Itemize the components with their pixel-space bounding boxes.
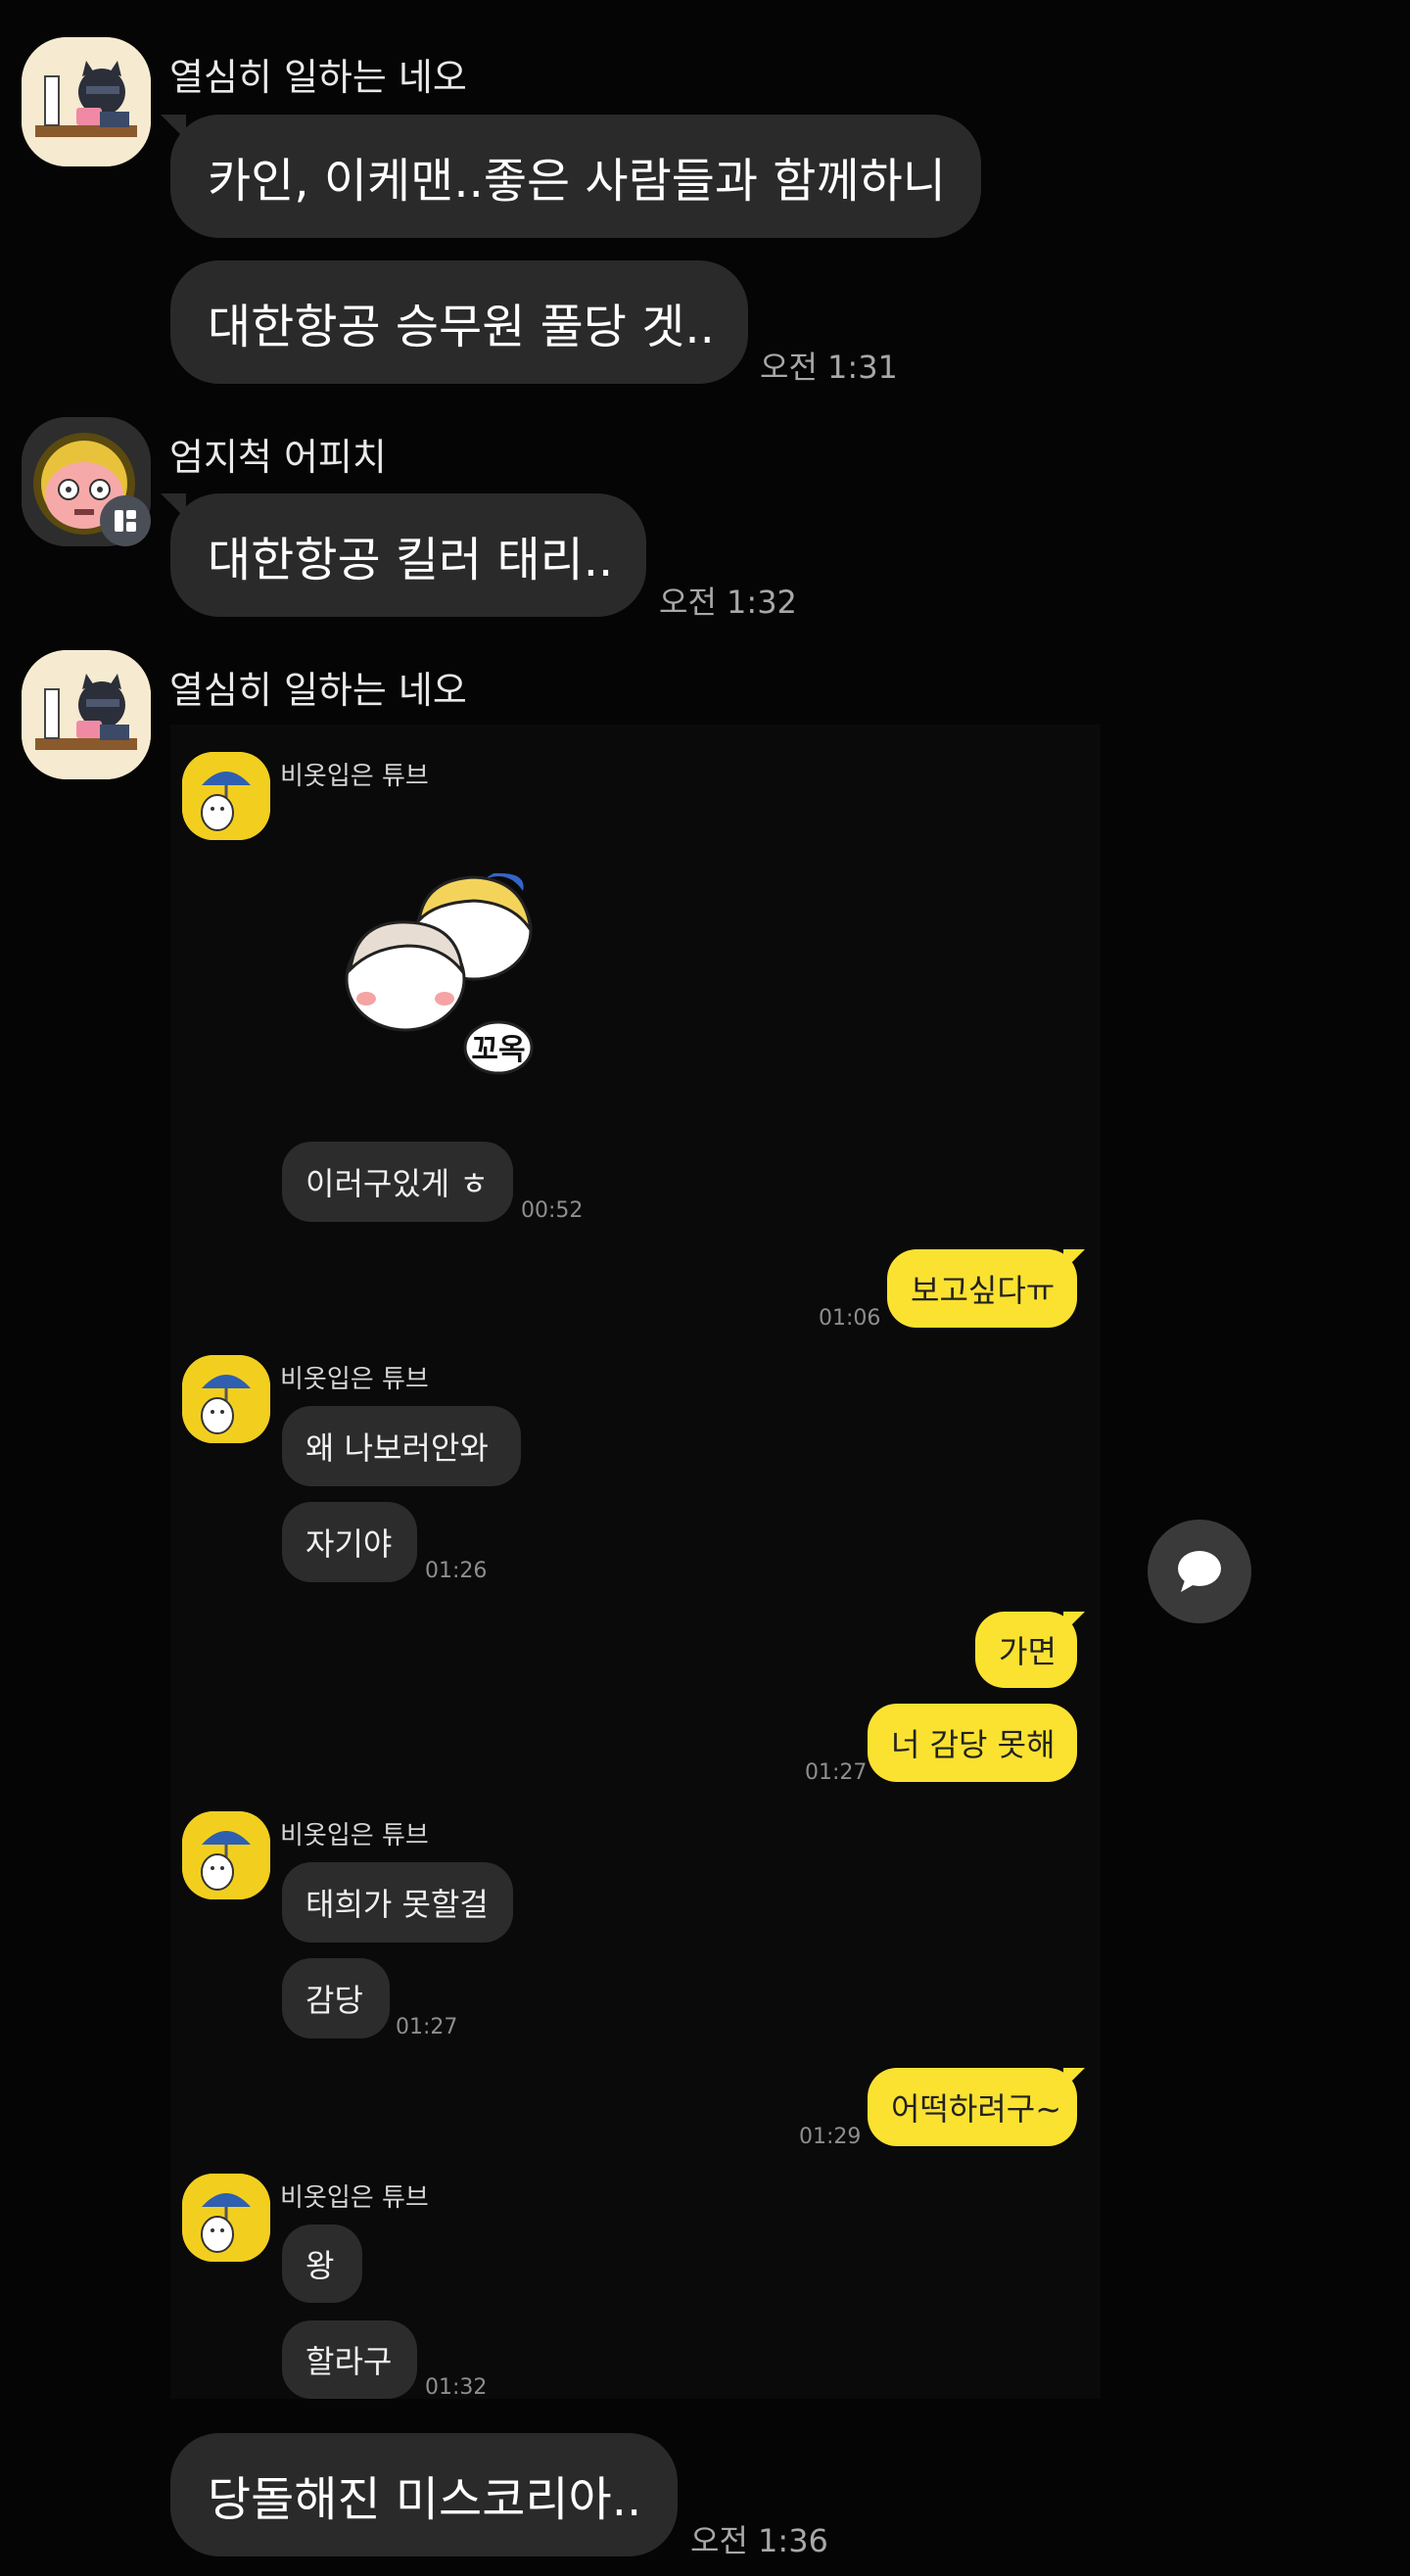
tube-avatar xyxy=(182,1355,270,1443)
hug-sticker: 꼬옥 xyxy=(345,872,534,1075)
neo-icon xyxy=(22,650,151,779)
sticker-text: 꼬옥 xyxy=(471,1033,525,1067)
embedded-time: 01:06 xyxy=(819,1306,881,1331)
embedded-sender-name: 비옷입은 튜브 xyxy=(280,1365,429,1394)
message-time: 오전 1:32 xyxy=(659,584,797,621)
chat-bubble-icon xyxy=(1178,1551,1221,1592)
message-time: 오전 1:36 xyxy=(690,2522,828,2559)
embedded-bubble: 어떡하려구~ xyxy=(868,2068,1085,2146)
tube-avatar xyxy=(182,2174,270,2262)
embedded-time: 01:29 xyxy=(799,2125,862,2149)
neo-icon xyxy=(22,37,151,166)
neo-avatar[interactable] xyxy=(22,37,151,166)
embedded-sender-name: 비옷입은 튜브 xyxy=(280,762,429,791)
sender-name: 열심히 일하는 네오 xyxy=(169,669,467,712)
embedded-bubble: 자기야 xyxy=(282,1502,417,1582)
embedded-time: 00:52 xyxy=(521,1198,584,1223)
embedded-bubble: 왕 xyxy=(282,2225,362,2303)
neo-avatar[interactable] xyxy=(22,650,151,779)
message-bubble[interactable]: 카인, 이케맨..좋은 사람들과 함께하니 xyxy=(161,115,981,238)
embedded-sender-name: 비옷입은 튜브 xyxy=(280,2183,429,2213)
tube-icon xyxy=(182,1811,270,1899)
chat-screen: 열심히 일하는 네오 카인, 이케맨..좋은 사람들과 함께하니 대한항공 승무… xyxy=(0,0,1410,2576)
image-message[interactable]: 비옷입은 튜브 꼬옥 이러구있게 ㅎ 00:52 보고싶다ㅠ 01:06 비옷입… xyxy=(170,725,1101,2400)
embedded-time: 01:27 xyxy=(805,1760,868,1785)
sender-name: 엄지척 어피치 xyxy=(169,436,387,479)
embedded-time: 01:27 xyxy=(396,2015,458,2039)
embedded-bubble: 감당 xyxy=(282,1958,390,2038)
embedded-bubble: 이러구있게 ㅎ xyxy=(282,1142,513,1222)
embedded-bubble: 왜 나보러안와 xyxy=(282,1406,521,1486)
embedded-bubble: 보고싶다ㅠ xyxy=(887,1249,1085,1328)
embedded-bubble: 너 감당 못해 xyxy=(868,1704,1077,1782)
message-bubble[interactable]: 당돌해진 미스코리아.. xyxy=(170,2433,678,2556)
home-badge-icon xyxy=(100,495,151,546)
sender-name: 열심히 일하는 네오 xyxy=(169,56,467,99)
message-bubble[interactable]: 대한항공 승무원 풀당 겟.. xyxy=(170,260,748,384)
embedded-time: 01:32 xyxy=(425,2375,488,2400)
embedded-time: 01:26 xyxy=(425,1559,488,1583)
chat-fab-button[interactable] xyxy=(1148,1520,1251,1623)
tube-icon xyxy=(182,1355,270,1443)
tube-avatar xyxy=(182,1811,270,1899)
embedded-bubble: 가면 xyxy=(975,1612,1085,1688)
embedded-bubble: 할라구 xyxy=(282,2320,417,2399)
message-time: 오전 1:31 xyxy=(760,349,898,386)
tube-icon xyxy=(182,2174,270,2262)
embedded-sender-name: 비옷입은 튜브 xyxy=(280,1821,429,1850)
tube-avatar xyxy=(182,752,270,840)
message-bubble[interactable]: 대한항공 킬러 태리.. xyxy=(161,493,646,617)
embedded-bubble: 태희가 못할걸 xyxy=(282,1862,513,1943)
tube-icon xyxy=(182,752,270,840)
